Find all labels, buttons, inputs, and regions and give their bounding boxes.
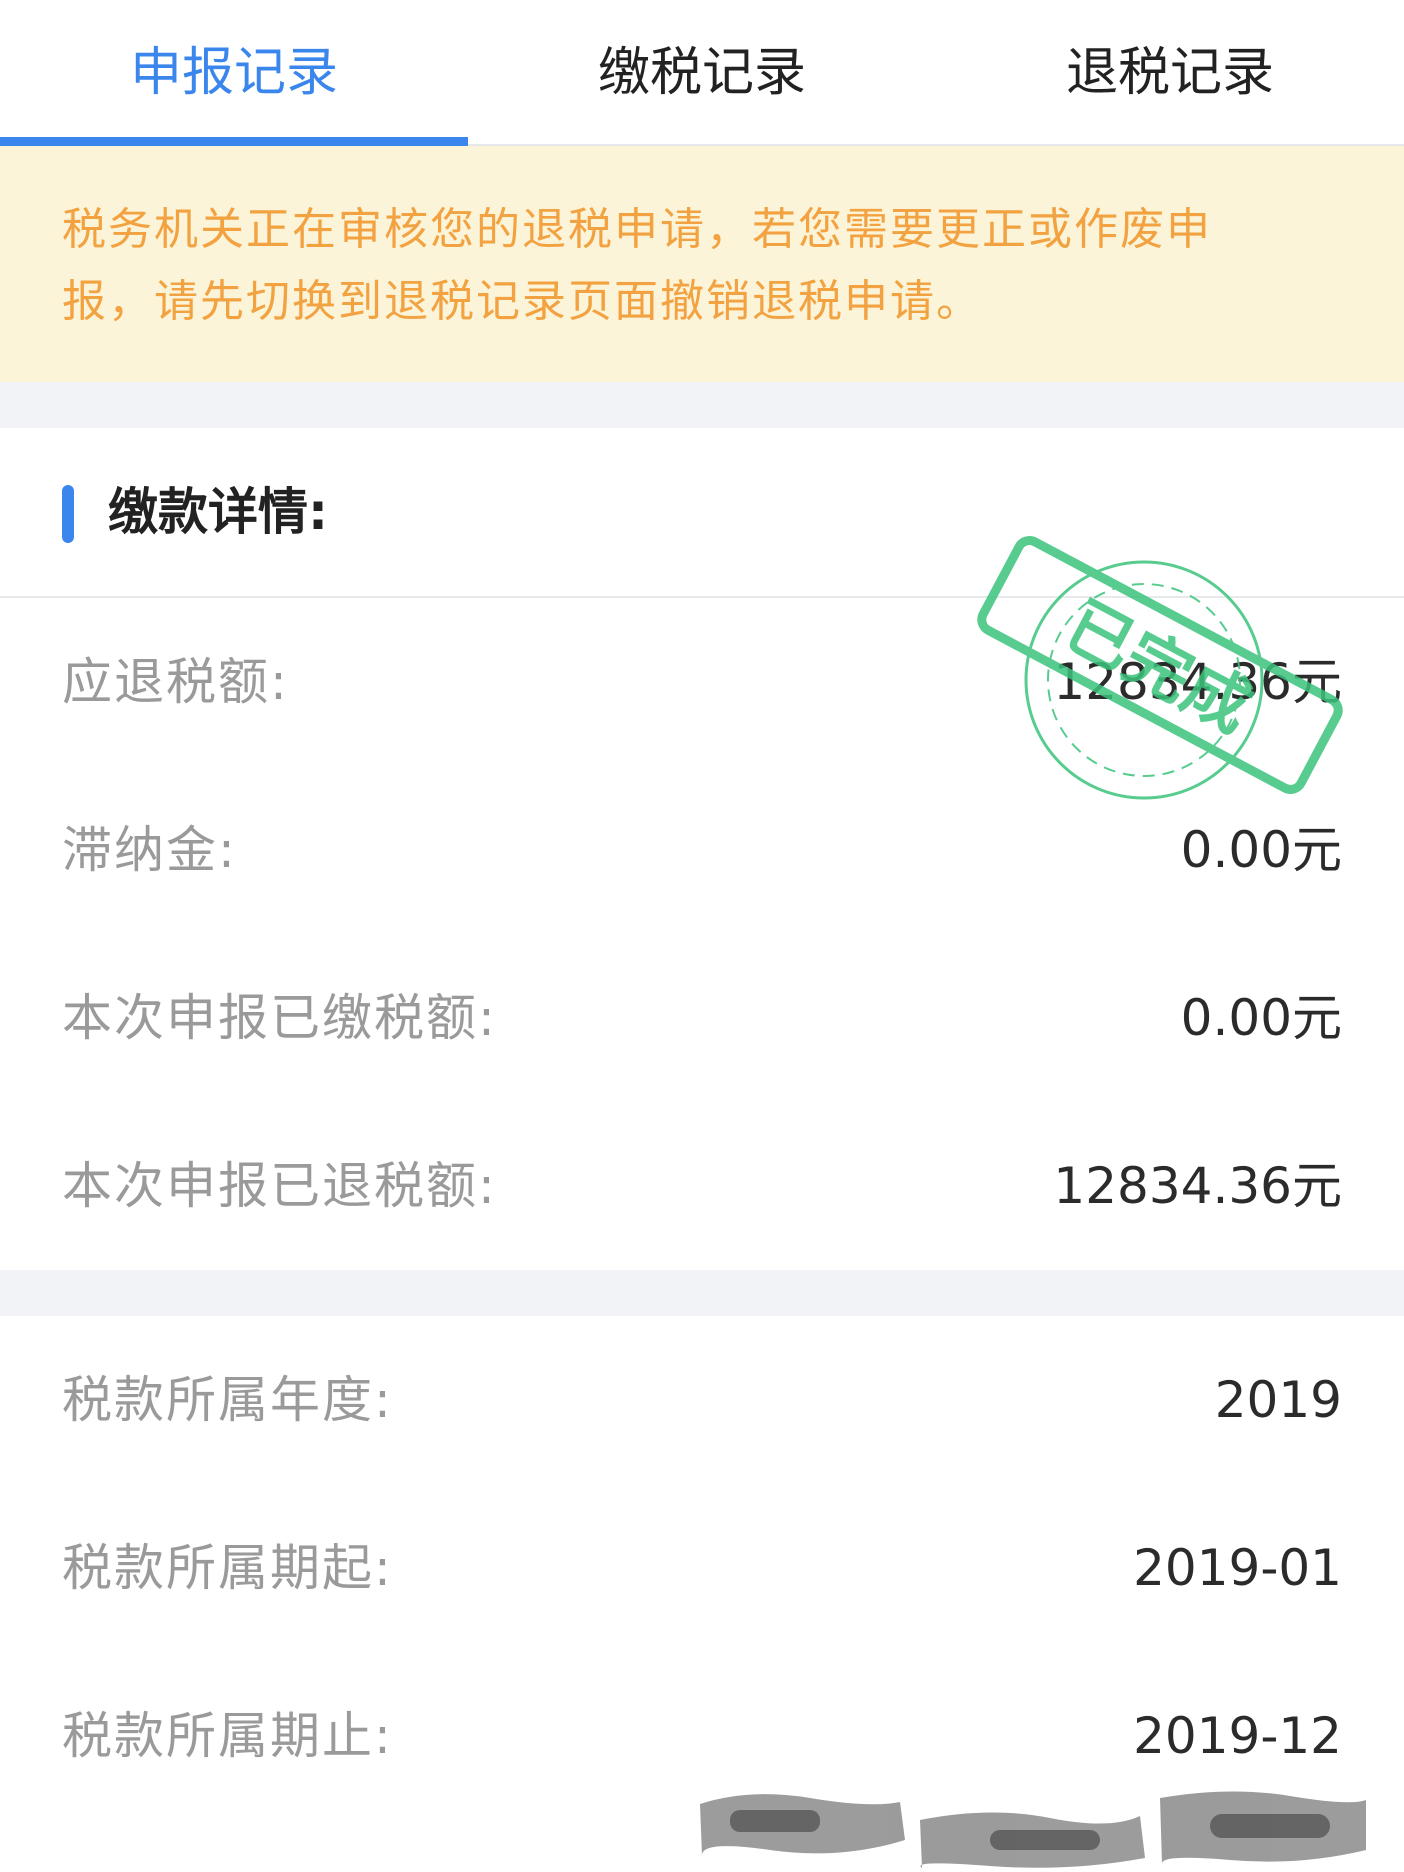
notice-line-2: 报，请先切换到退税记录页面撤销退税申请。 xyxy=(62,276,982,327)
row-value: 12834.36元 xyxy=(1053,1157,1342,1215)
payment-details-title: 缴款详情: xyxy=(108,483,328,541)
notice-line-1: 税务机关正在审核您的退税申请，若您需要更正或作废申 xyxy=(62,204,1212,255)
row-tax-year: 税款所属年度: 2019 xyxy=(0,1316,1404,1484)
row-refund-due: 应退税额: 12834.36元 xyxy=(0,598,1404,766)
section-accent-bar xyxy=(62,485,74,543)
payment-details-card: 缴款详情: 应退税额: 12834.36元 滞纳金: 0.00元 本次申报已缴税… xyxy=(0,428,1404,1270)
row-label: 本次申报已缴税额: xyxy=(62,989,497,1047)
row-value: 0.00元 xyxy=(1180,989,1342,1047)
section-divider xyxy=(0,1270,1404,1316)
row-label: 本次申报已退税额: xyxy=(62,1157,497,1215)
row-label: 税款所属年度: xyxy=(62,1371,393,1429)
row-value: 2019-01 xyxy=(1133,1539,1342,1597)
tab-tax-refund-records[interactable]: 退税记录 xyxy=(936,0,1404,144)
tab-bar: 申报记录 缴税记录 退税记录 xyxy=(0,0,1404,146)
row-period-start: 税款所属期起: 2019-01 xyxy=(0,1484,1404,1652)
tab-tax-payment-records[interactable]: 缴税记录 xyxy=(468,0,936,144)
refund-review-notice: 税务机关正在审核您的退税申请，若您需要更正或作废申 报，请先切换到退税记录页面撤… xyxy=(0,146,1404,382)
row-label: 应退税额: xyxy=(62,653,289,711)
row-label: 税款所属期起: xyxy=(62,1539,393,1597)
section-divider xyxy=(0,382,1404,428)
row-tax-paid: 本次申报已缴税额: 0.00元 xyxy=(0,934,1404,1102)
row-late-fee: 滞纳金: 0.00元 xyxy=(0,766,1404,934)
row-value: 0.00元 xyxy=(1180,821,1342,879)
row-tax-refunded: 本次申报已退税额: 12834.36元 xyxy=(0,1102,1404,1270)
payment-details-header: 缴款详情: xyxy=(0,428,1404,598)
row-value: 2019 xyxy=(1214,1371,1342,1429)
row-label: 滞纳金: xyxy=(62,821,237,879)
row-label: 税款所属期止: xyxy=(62,1707,393,1765)
redaction-smudge-icon xyxy=(700,1791,1366,1868)
tab-declaration-records[interactable]: 申报记录 xyxy=(0,0,468,146)
row-value: 12834.36元 xyxy=(1053,653,1342,711)
